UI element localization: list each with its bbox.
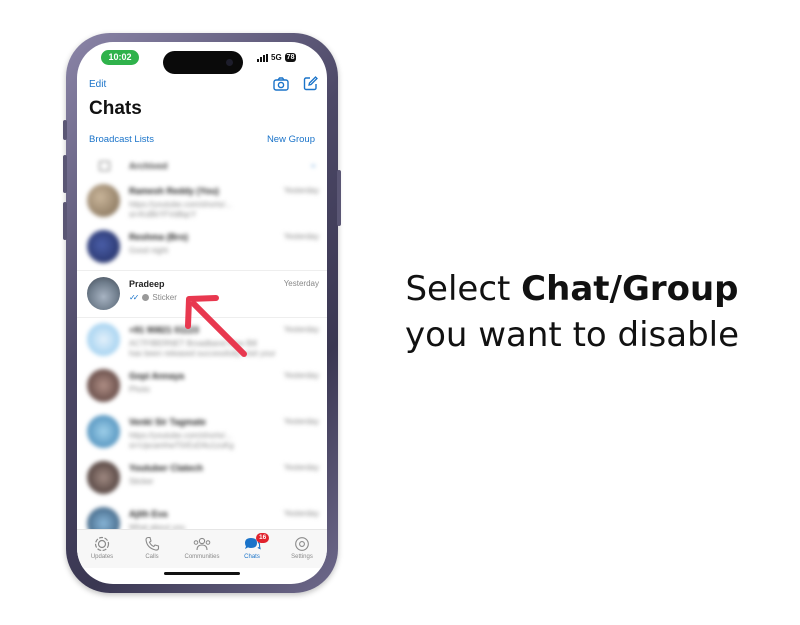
- chat-time: Yesterday: [283, 279, 319, 288]
- chevron-down-icon: ⌄: [309, 159, 317, 169]
- chat-time: Yesterday: [283, 509, 319, 518]
- chat-name: Youtuber Clatech: [129, 463, 203, 473]
- unread-badge: 16: [256, 533, 270, 543]
- calls-icon: [145, 536, 160, 551]
- communities-icon: [193, 537, 211, 551]
- tab-label: Calls: [145, 554, 159, 560]
- battery-icon: 78: [284, 53, 297, 62]
- chat-name: Pradeep: [129, 279, 165, 289]
- tab-bar: Updates Calls Communities 16 Chats Setti…: [77, 529, 327, 568]
- chat-message: Sticker: [129, 477, 154, 486]
- settings-icon: [295, 537, 309, 551]
- archive-icon: [99, 161, 110, 171]
- chat-time: Yesterday: [283, 232, 319, 241]
- blurred-chats-top: Archived ⌄ Ramesh Reddy (You) Yesterday …: [77, 152, 327, 270]
- chat-time: Yesterday: [283, 325, 319, 334]
- chat-name: Venki Sir Tagmate: [129, 417, 206, 427]
- sticker-icon: [142, 294, 150, 301]
- avatar: [87, 277, 120, 310]
- tab-communities[interactable]: Communities: [177, 536, 227, 560]
- tab-label: Updates: [90, 554, 114, 560]
- tab-label: Chats: [244, 554, 260, 560]
- pointer-arrow-icon: [185, 295, 247, 357]
- archived-row[interactable]: Archived ⌄: [77, 154, 327, 178]
- caption-bold-text: Chat/Group: [521, 269, 739, 309]
- avatar: [87, 461, 120, 494]
- archived-label: Archived: [129, 161, 168, 171]
- chat-row[interactable]: Ramesh Reddy (You) Yesterday https://you…: [77, 178, 327, 224]
- chat-name: Gopi Annaya: [129, 371, 185, 381]
- power-button: [337, 170, 341, 226]
- network-label: 5G: [271, 53, 282, 62]
- chat-message: Good night: [129, 246, 169, 255]
- home-indicator: [164, 572, 240, 575]
- tab-chats[interactable]: 16 Chats: [227, 533, 277, 560]
- dynamic-island: [163, 51, 243, 74]
- updates-icon: [94, 536, 110, 552]
- chat-time: Yesterday: [283, 463, 319, 472]
- chat-row[interactable]: Gopi Annaya Yesterday Photo: [77, 363, 327, 409]
- instruction-caption: Select Chat/Group you want to disable: [376, 266, 768, 358]
- status-time: 10:02: [101, 50, 139, 65]
- tab-settings[interactable]: Settings: [277, 536, 327, 560]
- chat-message: https://youtube.com/shorts/...: [129, 431, 232, 440]
- chat-message: https://youtube.com/shorts/...: [129, 200, 232, 209]
- edit-button[interactable]: Edit: [89, 79, 106, 90]
- chat-message: Photo: [129, 385, 150, 394]
- tab-calls[interactable]: Calls: [127, 536, 177, 560]
- chat-time: Yesterday: [283, 417, 319, 426]
- avatar: [87, 323, 120, 356]
- tab-label: Settings: [291, 554, 313, 560]
- volume-up-button: [63, 155, 67, 193]
- volume-down-button: [63, 202, 67, 240]
- chat-time: Yesterday: [283, 371, 319, 380]
- chat-message: Sticker: [152, 293, 177, 302]
- new-group-link[interactable]: New Group: [267, 134, 315, 145]
- avatar: [87, 415, 120, 448]
- avatar: [87, 369, 120, 402]
- chat-row[interactable]: Reshma (Bro) Yesterday Good night: [77, 224, 327, 270]
- compose-icon[interactable]: [303, 76, 318, 91]
- tab-label: Communities: [184, 554, 220, 560]
- chat-preview: ✓✓ Sticker: [129, 293, 177, 302]
- double-check-icon: ✓✓: [129, 293, 140, 302]
- caption-line-2: you want to disable: [404, 315, 740, 355]
- caption-line-1: Select Chat/Group: [376, 266, 768, 312]
- chat-name: Reshma (Bro): [129, 232, 189, 242]
- avatar: [87, 230, 120, 263]
- chat-row[interactable]: Venki Sir Tagmate Yesterday https://yout…: [77, 409, 327, 455]
- action-button: [63, 120, 67, 140]
- chat-time: Yesterday: [283, 186, 319, 195]
- avatar: [87, 184, 120, 217]
- chat-message-line2: si=UpcamhwT0rEsD4u1zuKg: [129, 441, 234, 450]
- tab-updates[interactable]: Updates: [77, 536, 127, 560]
- signal-icon: [257, 53, 268, 62]
- broadcast-lists-link[interactable]: Broadcast Lists: [89, 134, 154, 145]
- chat-name: Ajith Eva: [129, 509, 168, 519]
- chat-row[interactable]: Youtuber Clatech Yesterday Sticker: [77, 455, 327, 501]
- chat-name: Ramesh Reddy (You): [129, 186, 219, 196]
- camera-icon[interactable]: [273, 77, 289, 91]
- page-title: Chats: [89, 98, 142, 119]
- status-indicators: 5G 78: [257, 53, 297, 62]
- chat-message-line2: si=KxBkYFVd8qcY: [129, 210, 197, 219]
- caption-select-text: Select: [405, 269, 522, 309]
